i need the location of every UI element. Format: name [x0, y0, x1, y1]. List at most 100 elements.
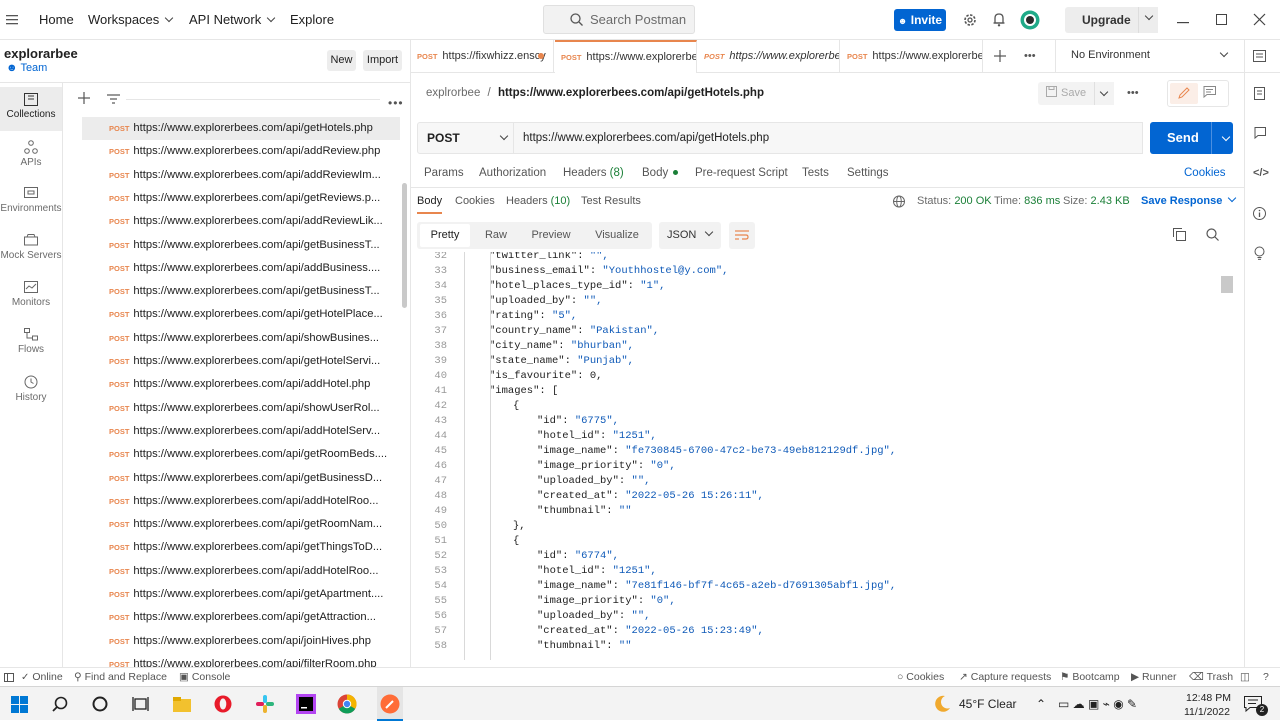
tab-headers[interactable]: Headers (8) — [563, 160, 624, 186]
sidebar-scrollbar[interactable] — [402, 183, 407, 308]
sidebar-toggle-icon[interactable] — [4, 668, 14, 686]
response-tab-body[interactable]: Body — [417, 188, 443, 214]
lightbulb-icon[interactable] — [1253, 246, 1266, 263]
collection-request-item[interactable]: POST https://www.explorerbees.com/api/add… — [82, 420, 402, 443]
collection-request-item[interactable]: POST https://www.explorerbees.com/api/add… — [82, 373, 402, 396]
environment-chevron-icon[interactable] — [1219, 48, 1229, 62]
clock-date[interactable]: 11/1/2022 — [1184, 705, 1230, 719]
tab-request-2-active[interactable]: POST https://www.explorerbe — [555, 40, 697, 73]
collection-request-item[interactable]: POST https://www.explorerbees.com/api/get… — [82, 467, 402, 490]
nav-api-network[interactable]: API Network — [189, 0, 276, 40]
collection-request-item[interactable]: POST https://www.explorerbees.com/api/add… — [82, 490, 402, 513]
filter-icon[interactable] — [107, 93, 120, 107]
size-value[interactable]: 2.43 KB — [1091, 195, 1130, 207]
nav-mock-servers[interactable]: Mock Servers — [0, 228, 62, 272]
status-value[interactable]: 200 OK — [954, 195, 991, 207]
workspace-name[interactable]: explorarbee — [4, 46, 78, 61]
task-view-icon[interactable] — [132, 687, 149, 721]
notification-bell-icon[interactable] — [992, 0, 1006, 40]
comment-mode-icon[interactable] — [1203, 86, 1216, 101]
windows-start-icon[interactable] — [11, 687, 28, 721]
collection-request-item[interactable]: POST https://www.explorerbees.com/api/add… — [82, 140, 402, 163]
console[interactable]: ▣ Console — [179, 668, 230, 686]
tab-request-1[interactable]: POST https://fixwhizz.enscy — [411, 40, 554, 73]
response-tab-cookies[interactable]: Cookies — [455, 188, 495, 214]
postman-taskbar-button[interactable] — [377, 687, 403, 721]
phpstorm-icon[interactable] — [296, 687, 316, 721]
search-input[interactable]: Search Postman — [543, 5, 695, 34]
tab-request-4[interactable]: POST https://www.explorerbe — [841, 40, 983, 73]
collection-request-item[interactable]: POST https://www.explorerbees.com/api/get… — [82, 117, 400, 140]
view-pretty[interactable]: Pretty — [420, 224, 470, 247]
code-scrollbar-track[interactable] — [1223, 252, 1233, 660]
online-status[interactable]: ✓ Online — [21, 668, 63, 686]
nav-collections[interactable]: Collections — [0, 87, 62, 131]
environment-quicklook-icon[interactable] — [1253, 50, 1266, 65]
copy-icon[interactable] — [1173, 228, 1186, 244]
chevron-down-icon[interactable] — [1221, 132, 1231, 142]
collection-request-item[interactable]: POST https://www.explorerbees.com/api/joi… — [82, 630, 402, 653]
wrap-lines-button[interactable] — [729, 222, 755, 249]
bootcamp[interactable]: ⚑ Bootcamp — [1060, 668, 1120, 686]
collection-request-item[interactable]: POST https://www.explorerbees.com/api/add… — [82, 560, 402, 583]
response-tab-test-results[interactable]: Test Results — [581, 188, 641, 214]
collection-request-item[interactable]: POST https://www.explorerbees.com/api/sho… — [82, 327, 402, 350]
chrome-icon[interactable] — [337, 687, 357, 721]
documentation-icon[interactable] — [1254, 87, 1265, 103]
breadcrumb-collection[interactable]: explrorbee — [426, 87, 480, 99]
more-options-icon[interactable]: ••• — [388, 96, 404, 110]
collection-request-item[interactable]: POST https://www.explorerbees.com/api/get… — [82, 536, 402, 559]
cortana-icon[interactable] — [92, 687, 108, 721]
nav-workspaces[interactable]: Workspaces — [88, 0, 174, 40]
tab-request-3[interactable]: POST https://www.explorerbe — [698, 40, 840, 73]
taskbar-search-icon[interactable] — [52, 687, 68, 721]
nav-monitors[interactable]: Monitors — [0, 275, 62, 319]
new-tab-plus-icon[interactable] — [994, 50, 1006, 65]
capture-requests[interactable]: ↗ Capture requests — [959, 668, 1051, 686]
tab-tests[interactable]: Tests — [802, 160, 829, 186]
format-select[interactable]: JSON — [659, 222, 721, 249]
send-button[interactable]: Send — [1150, 122, 1233, 154]
invite-button[interactable]: ☻ Invite — [894, 9, 946, 31]
nav-apis[interactable]: APIs — [0, 134, 62, 178]
new-button[interactable]: New — [327, 50, 356, 71]
tab-settings[interactable]: Settings — [847, 160, 889, 186]
collection-request-item[interactable]: POST https://www.explorerbees.com/api/add… — [82, 210, 402, 233]
cookies-link[interactable]: Cookies — [1184, 160, 1226, 186]
close-window-icon[interactable] — [1253, 0, 1266, 40]
opera-icon[interactable] — [214, 687, 232, 721]
tab-body[interactable]: Body — [642, 160, 679, 186]
view-preview[interactable]: Preview — [524, 224, 578, 247]
comments-icon[interactable] — [1254, 127, 1266, 142]
collection-request-item[interactable]: POST https://www.explorerbees.com/api/fil… — [82, 653, 402, 667]
collection-request-item[interactable]: POST https://www.explorerbees.com/api/add… — [82, 164, 402, 187]
weather-text[interactable]: 45°F Clear — [959, 687, 1017, 721]
edit-mode-button[interactable] — [1170, 83, 1198, 104]
method-select[interactable]: POST — [417, 122, 514, 154]
view-visualize[interactable]: Visualize — [588, 224, 646, 247]
nav-environments[interactable]: Environments — [0, 181, 62, 225]
response-body-code[interactable]: 32 "twitter_link": "", 33 "business_email":… — [417, 252, 1222, 660]
collection-request-item[interactable]: POST https://www.explorerbees.com/api/sho… — [82, 397, 402, 420]
upgrade-dropdown[interactable] — [1138, 7, 1158, 33]
runner[interactable]: ▶ Runner — [1131, 668, 1176, 686]
two-pane-icon[interactable]: ◫ — [1240, 668, 1250, 686]
collection-request-item[interactable]: POST https://www.explorerbees.com/api/get… — [82, 187, 402, 210]
collection-request-item[interactable]: POST https://www.explorerbees.com/api/get… — [82, 280, 402, 303]
collection-request-item[interactable]: POST https://www.explorerbees.com/api/get… — [82, 350, 402, 373]
collection-request-item[interactable]: POST https://www.explorerbees.com/api/add… — [82, 257, 402, 280]
tray-chevron-icon[interactable]: ⌃ — [1036, 687, 1046, 721]
footer-cookies[interactable]: ○ Cookies — [897, 668, 944, 686]
tab-authorization[interactable]: Authorization — [479, 160, 546, 186]
view-raw[interactable]: Raw — [476, 224, 516, 247]
collection-request-item[interactable]: POST https://www.explorerbees.com/api/get… — [82, 513, 402, 536]
minimize-icon[interactable] — [1177, 0, 1189, 40]
import-button[interactable]: Import — [363, 50, 402, 71]
collection-request-item[interactable]: POST https://www.explorerbees.com/api/get… — [82, 606, 402, 629]
save-button[interactable]: Save — [1038, 82, 1094, 105]
environment-select[interactable]: No Environment — [1071, 49, 1150, 61]
collection-request-item[interactable]: POST https://www.explorerbees.com/api/get… — [82, 443, 402, 466]
nav-flows[interactable]: Flows — [0, 322, 62, 366]
maximize-icon[interactable] — [1216, 0, 1227, 40]
menu-icon[interactable] — [6, 0, 22, 40]
